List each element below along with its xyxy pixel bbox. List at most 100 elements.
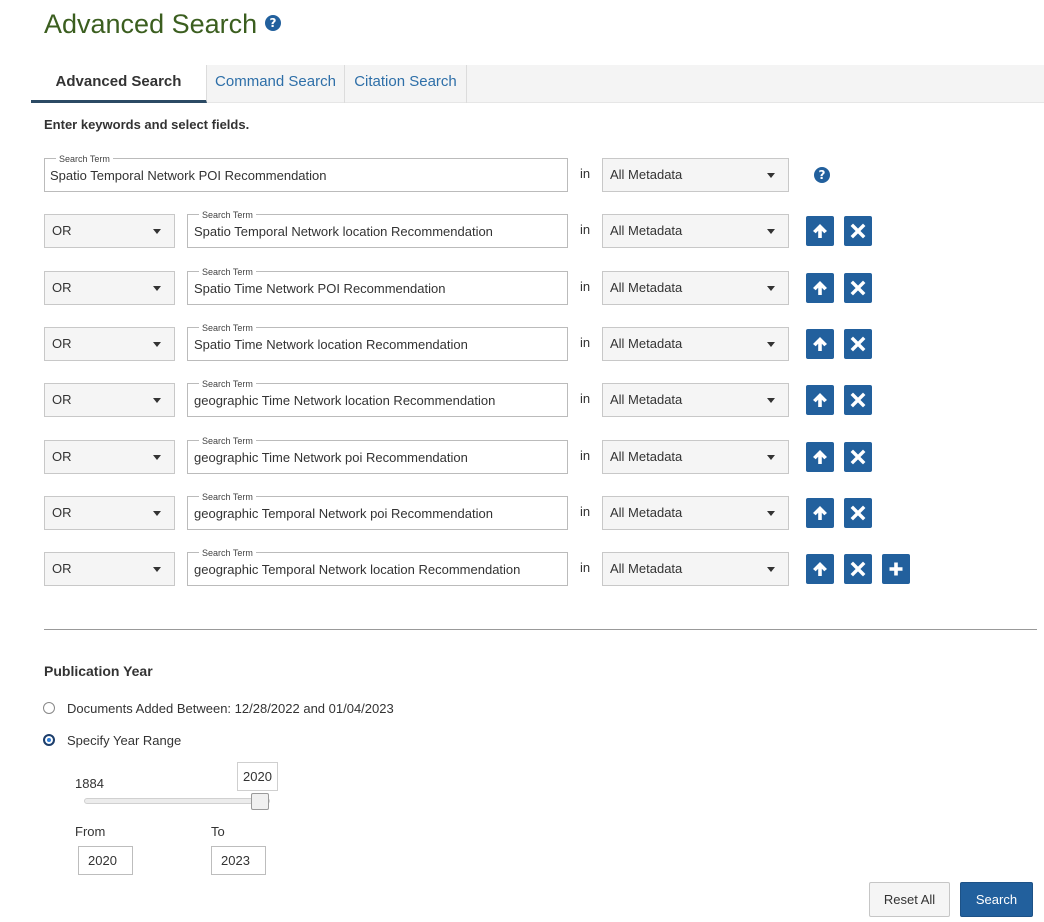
operator-select[interactable]: OR xyxy=(44,214,175,249)
search-term-value: geographic Time Network poi Recommendati… xyxy=(194,449,468,465)
operator-value: OR xyxy=(52,504,72,520)
move-up-button[interactable] xyxy=(806,216,834,247)
field-select[interactable]: All Metadata xyxy=(602,495,789,530)
operator-value: OR xyxy=(52,392,72,408)
search-term-input[interactable]: Search Term Spatio Temporal Network POI R… xyxy=(44,154,568,192)
remove-row-button[interactable] xyxy=(844,554,872,585)
search-term-label: Search Term xyxy=(199,548,256,559)
remove-row-button[interactable] xyxy=(844,216,872,247)
operator-value: OR xyxy=(52,223,72,239)
chevron-down-icon xyxy=(153,341,161,347)
field-select[interactable]: All Metadata xyxy=(602,383,789,418)
field-select[interactable]: All Metadata xyxy=(602,214,789,249)
tab-citation-search[interactable]: Citation Search xyxy=(345,65,467,103)
year-slider-track[interactable] xyxy=(84,798,270,804)
chevron-down-icon xyxy=(767,173,775,178)
to-year-input[interactable]: 2023 xyxy=(211,846,266,875)
search-term-input[interactable]: Search Term geographic Temporal Network p… xyxy=(187,491,568,530)
search-button[interactable]: Search xyxy=(960,882,1033,917)
operator-value: OR xyxy=(52,279,72,295)
field-select[interactable]: All Metadata xyxy=(602,439,789,474)
field-select[interactable]: All Metadata xyxy=(602,552,789,587)
chevron-down-icon xyxy=(767,567,775,573)
in-label: in xyxy=(580,391,591,407)
chevron-down-icon xyxy=(767,454,775,460)
search-term-value: geographic Time Network location Recomme… xyxy=(194,393,496,409)
year-slider-handle[interactable] xyxy=(251,793,269,810)
move-up-button[interactable] xyxy=(806,385,834,416)
search-row: OR Search Term Spatio Time Network locatio… xyxy=(0,322,1044,361)
search-tabs: Advanced Search Command Search Citation … xyxy=(31,65,1044,103)
operator-select[interactable]: OR xyxy=(44,439,175,474)
move-up-button[interactable] xyxy=(806,272,834,303)
field-value: All Metadata xyxy=(610,561,683,577)
remove-row-button[interactable] xyxy=(844,441,872,472)
operator-select[interactable]: OR xyxy=(44,495,175,530)
chevron-down-icon xyxy=(153,454,161,460)
from-year-input[interactable]: 2020 xyxy=(78,846,133,875)
search-term-input[interactable]: Search Term Spatio Time Network location … xyxy=(187,322,568,361)
operator-select[interactable]: OR xyxy=(44,270,175,305)
add-row-button[interactable] xyxy=(882,554,910,585)
remove-row-button[interactable] xyxy=(844,497,872,528)
move-up-button[interactable] xyxy=(806,554,834,585)
in-label: in xyxy=(580,560,591,576)
operator-select[interactable]: OR xyxy=(44,326,175,361)
in-label: in xyxy=(580,222,591,238)
help-icon[interactable]: ? xyxy=(814,167,830,183)
operator-select[interactable]: OR xyxy=(44,383,175,418)
search-row: OR Search Term geographic Temporal Network… xyxy=(0,548,1044,587)
operator-value: OR xyxy=(52,448,72,464)
chevron-down-icon xyxy=(153,510,161,516)
reset-all-button[interactable]: Reset All xyxy=(869,882,950,917)
chevron-down-icon xyxy=(153,398,161,404)
field-value: All Metadata xyxy=(610,504,683,520)
field-value: All Metadata xyxy=(610,448,683,464)
search-term-input[interactable]: Search Term geographic Time Network poi R… xyxy=(187,435,568,474)
field-value: All Metadata xyxy=(610,392,683,408)
search-term-value: Spatio Temporal Network location Recomme… xyxy=(194,224,493,240)
search-term-value: Spatio Time Network location Recommendat… xyxy=(194,336,468,352)
radio-specify-year-range[interactable]: Specify Year Range xyxy=(43,733,203,749)
remove-row-button[interactable] xyxy=(844,385,872,416)
search-term-input[interactable]: Search Term geographic Time Network locat… xyxy=(187,379,568,418)
operator-select[interactable]: OR xyxy=(44,552,175,587)
slider-value-label: 2020 xyxy=(237,762,278,791)
operator-value: OR xyxy=(52,335,72,351)
field-select[interactable]: All Metadata xyxy=(602,270,789,305)
chevron-down-icon xyxy=(767,398,775,404)
search-term-input[interactable]: Search Term geographic Temporal Network l… xyxy=(187,548,568,587)
tab-advanced-search[interactable]: Advanced Search xyxy=(31,65,207,103)
to-label: To xyxy=(211,824,225,839)
publication-year-heading: Publication Year xyxy=(44,663,153,679)
move-up-button[interactable] xyxy=(806,328,834,359)
help-icon[interactable]: ? xyxy=(265,15,281,31)
move-up-button[interactable] xyxy=(806,441,834,472)
radio-circle-selected[interactable] xyxy=(43,734,55,746)
search-term-input[interactable]: Search Term Spatio Time Network POI Recom… xyxy=(187,266,568,305)
from-label: From xyxy=(75,824,106,839)
radio-documents-added-between[interactable]: Documents Added Between: 12/28/2022 and … xyxy=(43,701,403,717)
radio-label: Specify Year Range xyxy=(67,733,182,748)
tab-command-search[interactable]: Command Search xyxy=(207,65,345,103)
search-term-label: Search Term xyxy=(199,435,256,446)
search-term-value: geographic Temporal Network poi Recommen… xyxy=(194,505,493,521)
search-row: OR Search Term geographic Time Network loc… xyxy=(0,379,1044,418)
field-select[interactable]: All Metadata xyxy=(602,158,789,192)
instructions-text: Enter keywords and select fields. xyxy=(44,117,250,132)
search-row: OR Search Term geographic Time Network poi… xyxy=(0,435,1044,474)
remove-row-button[interactable] xyxy=(844,272,872,303)
search-term-input[interactable]: Search Term Spatio Temporal Network locat… xyxy=(187,210,568,249)
chevron-down-icon xyxy=(153,229,161,235)
field-select[interactable]: All Metadata xyxy=(602,326,789,361)
field-value: All Metadata xyxy=(610,223,683,239)
operator-value: OR xyxy=(52,561,72,577)
radio-circle[interactable] xyxy=(43,702,55,714)
divider xyxy=(44,629,1037,630)
chevron-down-icon xyxy=(153,285,161,291)
move-up-button[interactable] xyxy=(806,497,834,528)
remove-row-button[interactable] xyxy=(844,328,872,359)
in-label: in xyxy=(580,447,591,463)
page-title: Advanced Search xyxy=(44,9,258,39)
field-value: All Metadata xyxy=(610,167,683,182)
